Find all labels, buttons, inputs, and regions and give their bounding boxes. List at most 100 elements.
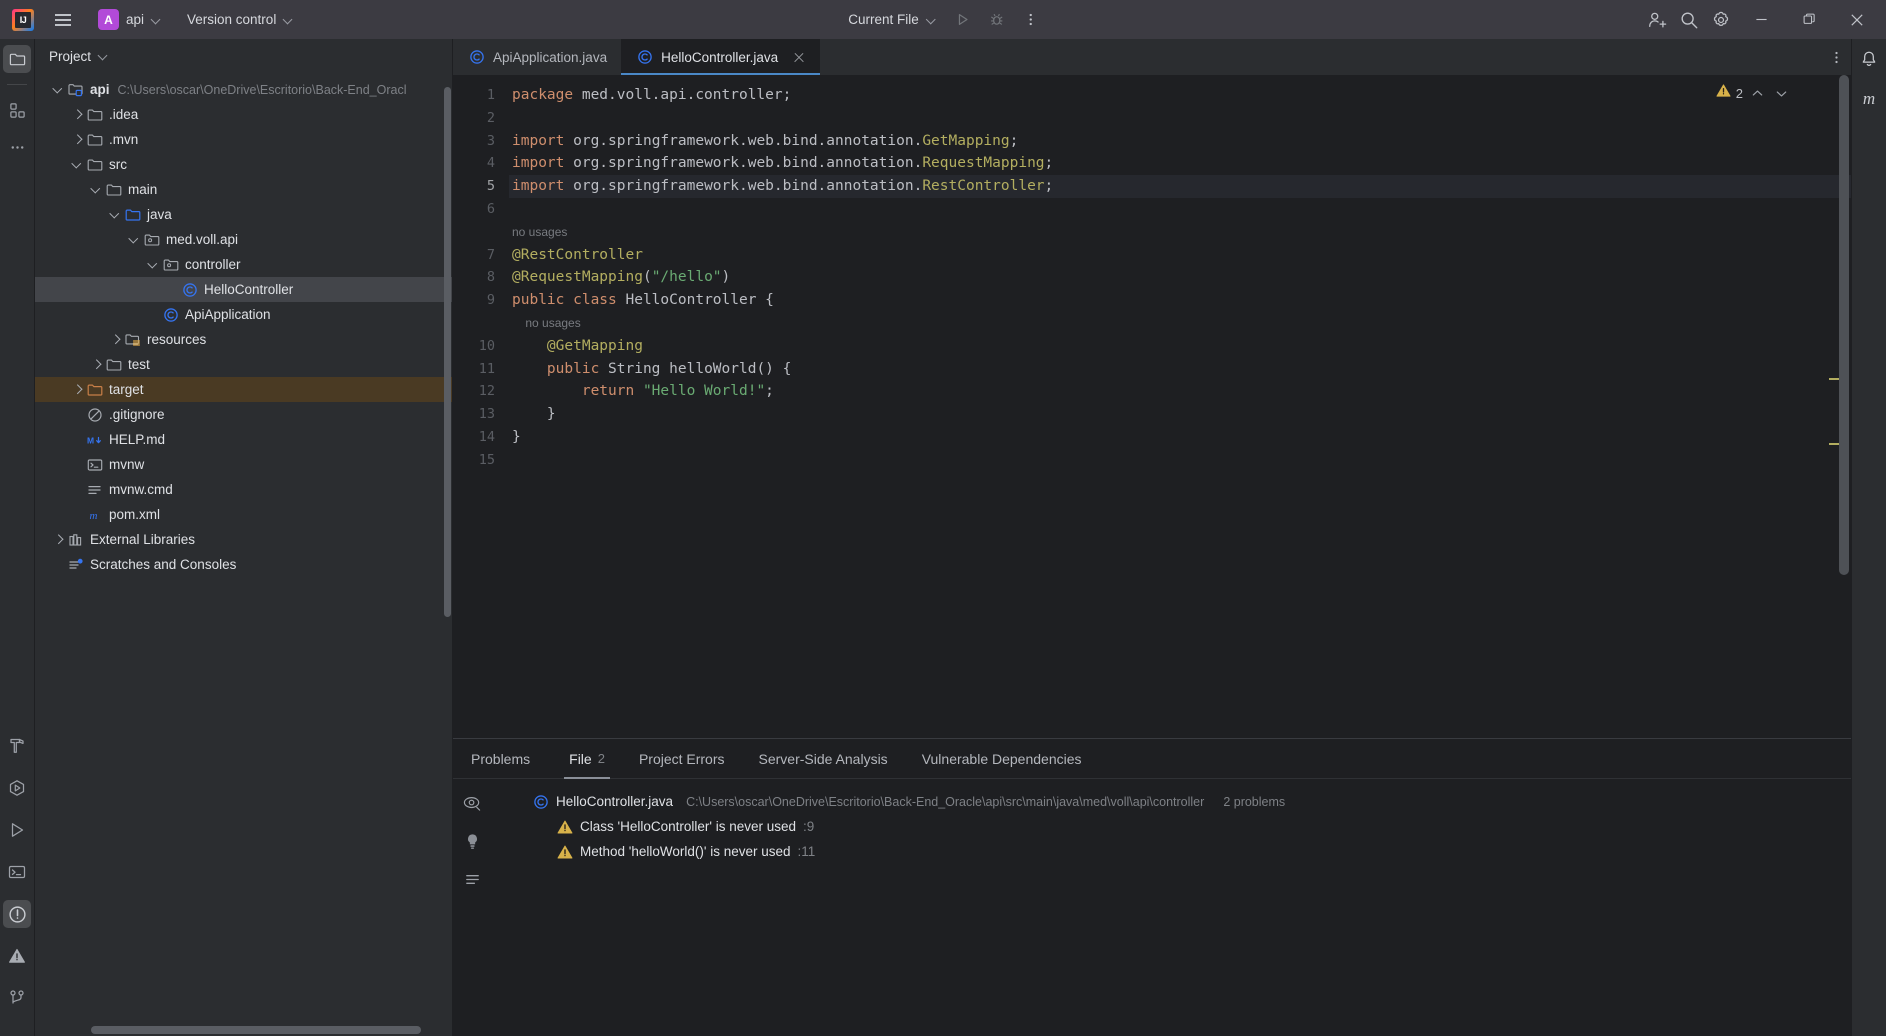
sidebar-item-project[interactable] <box>3 45 31 73</box>
minimize-icon[interactable] <box>1738 1 1784 39</box>
list-icon[interactable] <box>460 867 484 891</box>
chevron-right-icon[interactable] <box>70 132 85 147</box>
code-line[interactable] <box>509 449 1851 472</box>
sidebar-item-version-control[interactable] <box>3 984 31 1012</box>
code-line[interactable]: @RequestMapping("/hello") <box>509 266 1851 289</box>
editor-tab-hellocontroller-java[interactable]: HelloController.java <box>621 39 821 75</box>
maximize-icon[interactable] <box>1786 1 1832 39</box>
code-line[interactable]: package med.voll.api.controller; <box>509 84 1851 107</box>
editor-scrollbar-thumb[interactable] <box>1839 75 1849 575</box>
editor-scrollbar[interactable] <box>1839 75 1849 738</box>
sidebar-item-terminal[interactable] <box>3 858 31 886</box>
tree-item-idea[interactable]: .idea <box>35 102 452 127</box>
problems-tab-vulnerable-dependencies[interactable]: Vulnerable Dependencies <box>905 739 1099 779</box>
chevron-right-icon[interactable] <box>70 382 85 397</box>
more-actions-button[interactable] <box>1016 6 1046 34</box>
sidebar-item-more[interactable] <box>3 133 31 161</box>
bell-icon[interactable] <box>1855 45 1883 73</box>
tree-item-controller[interactable]: controller <box>35 252 452 277</box>
chevron-down-icon[interactable] <box>108 207 123 222</box>
chevron-right-icon[interactable] <box>108 332 123 347</box>
problems-tab-project-errors[interactable]: Project Errors <box>622 739 742 779</box>
sidebar-item-services[interactable] <box>3 774 31 802</box>
project-panel-header[interactable]: Project <box>35 39 452 73</box>
project-tree-horizontal-scrollbar[interactable] <box>91 1026 421 1034</box>
tree-item-hellocontroller[interactable]: HelloController <box>35 277 452 302</box>
editor-gutter[interactable]: 1 2 3 4 5 6 7 8 9 10 11 12 13 14 15 <box>453 75 509 738</box>
problems-tab-server-side-analysis[interactable]: Server-Side Analysis <box>742 739 905 779</box>
tree-item-help-md[interactable]: M HELP.md <box>35 427 452 452</box>
problems-tab-file[interactable]: File 2 <box>552 739 622 779</box>
sidebar-item-problems[interactable] <box>3 900 31 928</box>
sidebar-item-build[interactable] <box>3 732 31 760</box>
search-icon[interactable] <box>1674 6 1704 34</box>
problems-file-row[interactable]: HelloController.java C:\Users\oscar\OneDr… <box>491 789 1851 814</box>
tree-item-mvnw-cmd[interactable]: mvnw.cmd <box>35 477 452 502</box>
tree-item-mvn[interactable]: .mvn <box>35 127 452 152</box>
run-configuration-selector[interactable]: Current File <box>840 8 944 31</box>
code-line[interactable] <box>509 107 1851 130</box>
chevron-up-icon[interactable] <box>1748 84 1767 103</box>
editor-tab-options-icon[interactable] <box>1821 39 1851 75</box>
add-user-icon[interactable] <box>1642 6 1672 34</box>
close-icon[interactable] <box>792 50 806 64</box>
tree-item-med-voll-api[interactable]: med.voll.api <box>35 227 452 252</box>
chevron-down-icon[interactable] <box>146 257 161 272</box>
code-line[interactable]: import org.springframework.web.bind.anno… <box>509 130 1851 153</box>
problems-item-row[interactable]: Method 'helloWorld()' is never used:11 <box>491 839 1851 864</box>
gear-icon[interactable] <box>1706 6 1736 34</box>
tree-item-java[interactable]: java <box>35 202 452 227</box>
inspection-widget[interactable]: 2 <box>1716 83 1791 103</box>
chevron-right-icon[interactable] <box>89 357 104 372</box>
chevron-down-icon[interactable] <box>51 82 66 97</box>
code-line[interactable]: @RestController <box>509 244 1851 267</box>
chevron-down-icon[interactable] <box>127 232 142 247</box>
project-selector[interactable]: A api <box>90 5 169 34</box>
code-line[interactable]: return "Hello World!"; <box>509 380 1851 403</box>
close-icon[interactable] <box>1834 1 1880 39</box>
chevron-down-icon[interactable] <box>70 157 85 172</box>
editor-code[interactable]: package med.voll.api.controller; import … <box>509 75 1851 738</box>
tree-item-test[interactable]: test <box>35 352 452 377</box>
chevron-down-icon[interactable] <box>98 51 108 61</box>
chevron-right-icon[interactable] <box>51 532 66 547</box>
problems-item-row[interactable]: Class 'HelloController' is never used:9 <box>491 814 1851 839</box>
tree-item-api[interactable]: api C:\Users\oscar\OneDrive\Escritorio\Ba… <box>35 77 452 102</box>
code-line[interactable]: @GetMapping <box>509 335 1851 358</box>
tree-item-src[interactable]: src <box>35 152 452 177</box>
tree-item-mvnw[interactable]: mvnw <box>35 452 452 477</box>
tree-item-pom-xml[interactable]: m pom.xml <box>35 502 452 527</box>
run-button[interactable] <box>948 6 978 34</box>
chevron-right-icon[interactable] <box>70 107 85 122</box>
tree-item-target[interactable]: target <box>35 377 452 402</box>
sidebar-item-run[interactable] <box>3 816 31 844</box>
sidebar-item-notifications[interactable] <box>3 942 31 970</box>
version-control-menu[interactable]: Version control <box>179 8 301 31</box>
editor-area[interactable]: 1 2 3 4 5 6 7 8 9 10 11 12 13 14 15 package med.voll.a… <box>453 75 1851 738</box>
code-line[interactable]: public String helloWorld() { <box>509 358 1851 381</box>
editor-tab-apiapplication-java[interactable]: ApiApplication.java <box>453 39 621 75</box>
code-line[interactable]: import org.springframework.web.bind.anno… <box>509 152 1851 175</box>
error-stripe-mark[interactable] <box>1829 378 1839 380</box>
tree-item-scratches-and-consoles[interactable]: Scratches and Consoles <box>35 552 452 577</box>
code-line[interactable]: public class HelloController { <box>509 289 1851 312</box>
code-line[interactable]: import org.springframework.web.bind.anno… <box>509 175 1851 198</box>
sidebar-item-commit[interactable] <box>3 96 31 124</box>
problems-list[interactable]: HelloController.java C:\Users\oscar\OneDr… <box>491 779 1851 1036</box>
tree-item-gitignore[interactable]: .gitignore <box>35 402 452 427</box>
project-tree-vertical-scrollbar[interactable] <box>444 87 451 617</box>
code-line[interactable]: } <box>509 403 1851 426</box>
chevron-down-icon[interactable] <box>89 182 104 197</box>
problems-tab-problems[interactable]: Problems <box>471 739 552 779</box>
tree-item-apiapplication[interactable]: ApiApplication <box>35 302 452 327</box>
maven-m-icon[interactable]: m <box>1855 85 1883 113</box>
eye-icon[interactable] <box>460 791 484 815</box>
chevron-down-icon[interactable] <box>1772 84 1791 103</box>
lightbulb-icon[interactable] <box>460 829 484 853</box>
tree-item-resources[interactable]: resources <box>35 327 452 352</box>
tree-item-main[interactable]: main <box>35 177 452 202</box>
debug-button[interactable] <box>982 6 1012 34</box>
tree-item-external-libraries[interactable]: External Libraries <box>35 527 452 552</box>
code-line[interactable] <box>509 198 1851 221</box>
editor-error-stripe[interactable] <box>1827 75 1839 738</box>
